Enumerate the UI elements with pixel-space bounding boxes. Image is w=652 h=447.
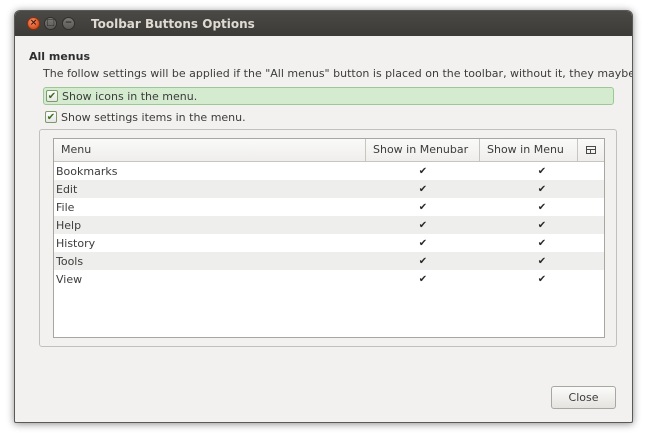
menubar-check-icon[interactable]: ✔	[366, 184, 480, 195]
window-close-icon[interactable]: ×	[27, 17, 40, 30]
show-settings-label: Show settings items in the menu.	[61, 110, 246, 124]
menu-check-icon[interactable]: ✔	[480, 202, 604, 213]
show-icons-option[interactable]: ✔ Show icons in the menu.	[43, 87, 614, 105]
table-row[interactable]: Bookmarks ✔ ✔	[54, 162, 604, 180]
menu-name: Edit	[56, 182, 78, 196]
window-title: Toolbar Buttons Options	[91, 17, 255, 31]
menu-name: Tools	[56, 254, 84, 268]
menu-check-icon[interactable]: ✔	[480, 220, 604, 231]
menubar-check-icon[interactable]: ✔	[366, 238, 480, 249]
menubar-check-icon[interactable]: ✔	[366, 166, 480, 177]
menu-name: History	[56, 236, 96, 250]
menu-check-icon[interactable]: ✔	[480, 166, 604, 177]
window-minimize-icon[interactable]: −	[62, 17, 75, 30]
show-icons-label: Show icons in the menu.	[62, 89, 198, 103]
menubar-check-icon[interactable]: ✔	[366, 274, 480, 285]
menu-check-icon[interactable]: ✔	[480, 238, 604, 249]
menu-check-icon[interactable]: ✔	[480, 184, 604, 195]
close-button[interactable]: Close	[551, 386, 616, 409]
show-icons-checkbox[interactable]: ✔	[46, 90, 58, 102]
columns-icon	[586, 146, 596, 154]
table-row[interactable]: File ✔ ✔	[54, 198, 604, 216]
menu-name: View	[56, 272, 83, 286]
show-settings-checkbox[interactable]: ✔	[45, 111, 57, 123]
table-row[interactable]: View ✔ ✔	[54, 270, 604, 288]
show-settings-option[interactable]: ✔ Show settings items in the menu.	[43, 108, 246, 126]
window-maximize-icon[interactable]: □	[44, 17, 57, 30]
menubar-check-icon[interactable]: ✔	[366, 202, 480, 213]
menu-check-icon[interactable]: ✔	[480, 256, 604, 267]
menus-table: Menu Show in Menubar Show in Menu Bookma…	[53, 138, 605, 338]
table-header: Menu Show in Menubar Show in Menu	[54, 139, 604, 162]
menu-check-icon[interactable]: ✔	[480, 274, 604, 285]
menu-name: Bookmarks	[56, 164, 118, 178]
section-description: The follow settings will be applied if t…	[43, 67, 633, 80]
table-row[interactable]: History ✔ ✔	[54, 234, 604, 252]
table-row[interactable]: Tools ✔ ✔	[54, 252, 604, 270]
dialog-window: × □ − Toolbar Buttons Options All menus …	[14, 10, 633, 423]
menu-name: File	[56, 200, 75, 214]
column-header-menubar[interactable]: Show in Menubar	[366, 139, 480, 161]
section-title: All menus	[29, 50, 91, 63]
table-body: Bookmarks ✔ ✔ Edit ✔ ✔ File ✔ ✔ Help ✔ ✔…	[54, 162, 604, 288]
menu-name: Help	[56, 218, 82, 232]
menubar-check-icon[interactable]: ✔	[366, 256, 480, 267]
titlebar[interactable]: × □ − Toolbar Buttons Options	[15, 11, 632, 36]
column-picker-button[interactable]	[578, 139, 604, 161]
column-header-menu[interactable]: Menu	[54, 139, 366, 161]
column-header-show-in-menu[interactable]: Show in Menu	[480, 139, 578, 161]
table-row[interactable]: Edit ✔ ✔	[54, 180, 604, 198]
table-row[interactable]: Help ✔ ✔	[54, 216, 604, 234]
menubar-check-icon[interactable]: ✔	[366, 220, 480, 231]
